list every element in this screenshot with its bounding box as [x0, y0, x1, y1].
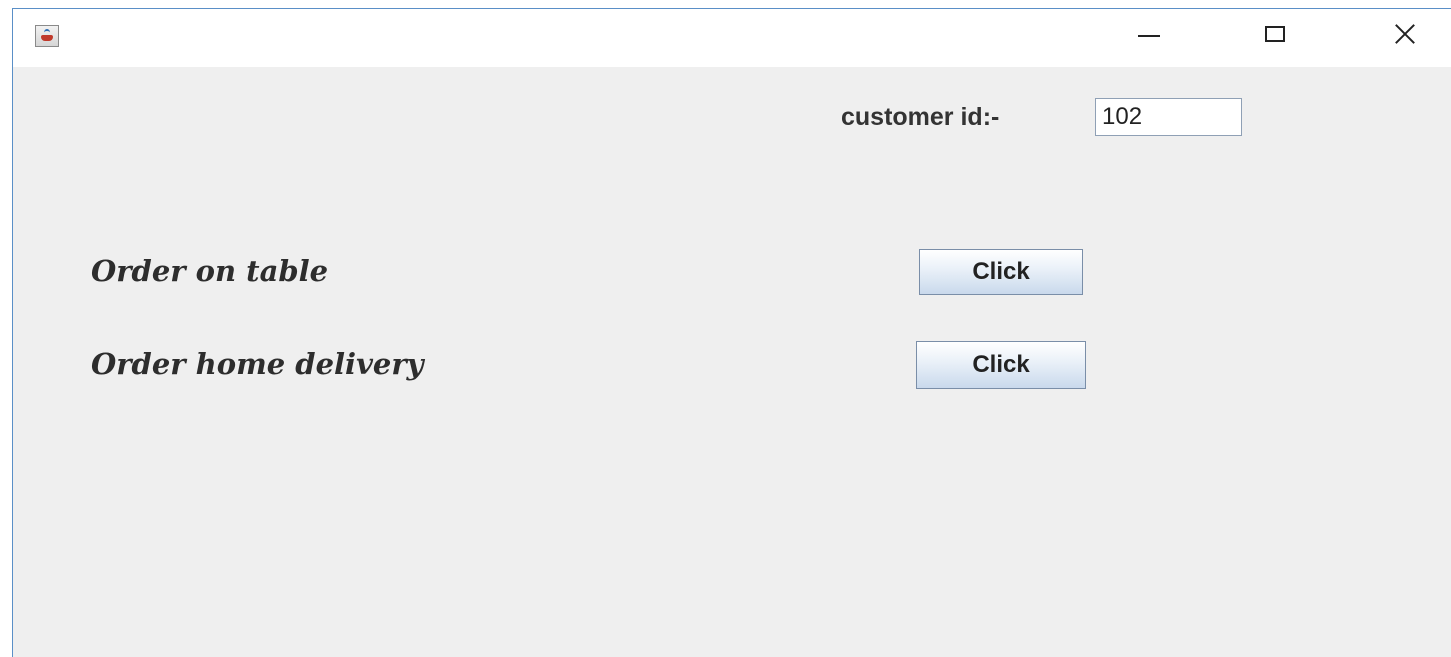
maximize-button[interactable] [1245, 9, 1305, 59]
order-on-table-button[interactable]: Click [919, 249, 1083, 295]
minimize-button[interactable] [1119, 9, 1179, 59]
close-button[interactable] [1375, 9, 1435, 59]
customer-id-field[interactable] [1095, 98, 1242, 136]
order-home-delivery-button[interactable]: Click [916, 341, 1086, 389]
order-home-delivery-label: Order home delivery [91, 347, 424, 381]
title-bar[interactable] [13, 9, 1451, 67]
customer-id-label: customer id:- [841, 103, 1000, 131]
minimize-icon [1138, 35, 1160, 37]
maximize-icon [1265, 26, 1285, 42]
close-icon [1394, 23, 1416, 45]
order-on-table-label: Order on table [91, 254, 329, 288]
app-window: customer id:- Order on table Click Order… [12, 8, 1451, 657]
java-cup-icon[interactable] [35, 25, 59, 47]
